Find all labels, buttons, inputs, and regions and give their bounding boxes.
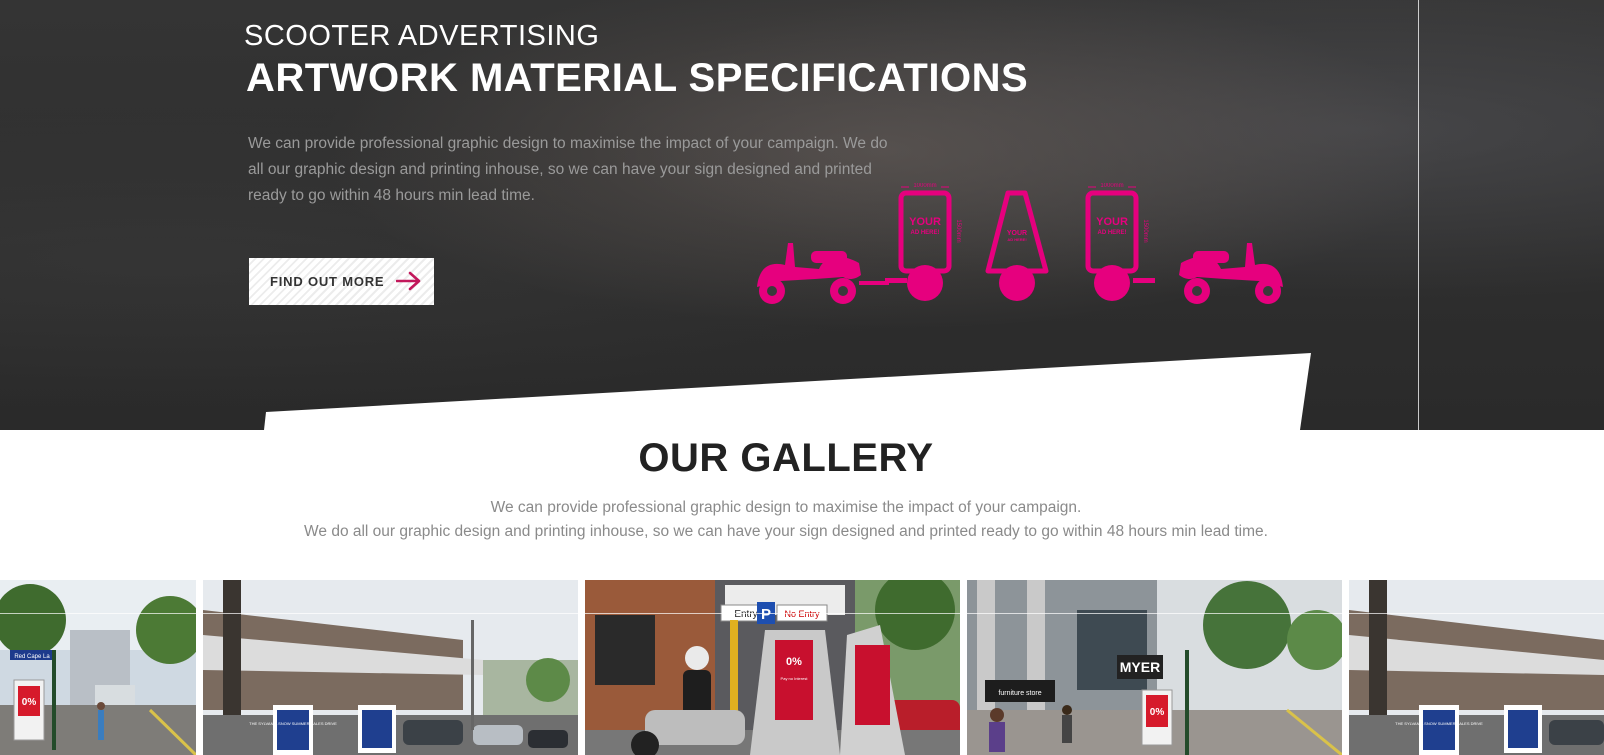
photo-3-noentry-sign: No Entry bbox=[784, 609, 820, 619]
gallery-photo-1[interactable]: 0% Red Cape La bbox=[0, 580, 196, 755]
photo-2-sign-text: THE SYLVANIA SNOW SUMMER SALES DRIVE bbox=[249, 721, 337, 726]
gallery-photo-5[interactable]: THE SYLVANIA SNOW SUMMER SALES DRIVE bbox=[1349, 580, 1604, 755]
photo-4-sign-text: 0% bbox=[1150, 707, 1165, 718]
photo-4-furniture-sign: furniture store bbox=[998, 690, 1041, 697]
gallery-photo-3[interactable]: Entry P No Entry 0% Pay no Interest bbox=[585, 580, 960, 755]
photo-1-sign-text: 0% bbox=[22, 697, 37, 708]
section-wedge-divider bbox=[264, 353, 1311, 430]
gallery-photo-4[interactable]: MYER furniture store 0% bbox=[967, 580, 1342, 755]
gallery-description-line-1: We can provide professional graphic desi… bbox=[490, 499, 1082, 516]
photo-5-sign-text: THE SYLVANIA SNOW SUMMER SALES DRIVE bbox=[1395, 721, 1483, 726]
hero-banner: SCOOTER ADVERTISING ARTWORK MATERIAL SPE… bbox=[0, 0, 1604, 430]
photo-3-parking-sign: P bbox=[761, 606, 771, 623]
gallery-description-line-2: We do all our graphic design and printin… bbox=[304, 523, 1268, 540]
photo-3-entry-sign: Entry bbox=[734, 609, 757, 620]
photo-3-sign-text: 0% bbox=[786, 656, 802, 668]
gallery-photo-2[interactable]: THE SYLVANIA SNOW SUMMER SALES DRIVE bbox=[203, 580, 578, 755]
gallery-description: We can provide professional graphic desi… bbox=[0, 496, 1572, 544]
gallery-title: OUR GALLERY bbox=[638, 436, 934, 480]
gallery-photo-strip: 0% Red Cape La THE SYLVANIA SNOW SUMMER … bbox=[0, 580, 1604, 755]
photo-4-myer-sign: MYER bbox=[1120, 659, 1160, 675]
photo-3-sign-subtext: Pay no Interest bbox=[781, 676, 809, 681]
photo-1-street-sign: Red Cape La bbox=[14, 654, 50, 660]
